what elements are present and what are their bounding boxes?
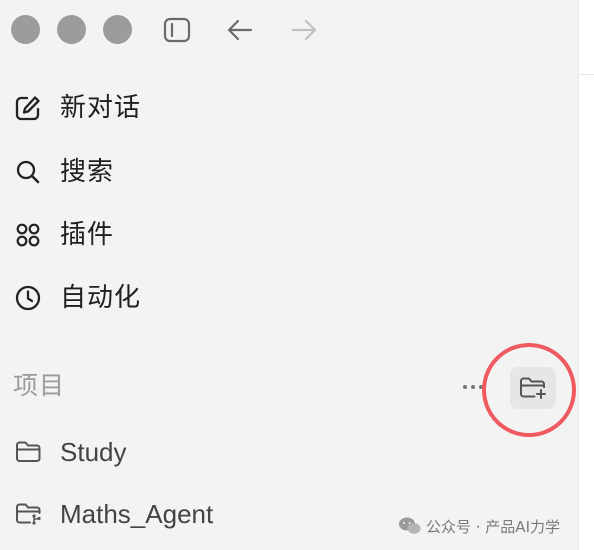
nav-item-automation[interactable]: 自动化 <box>0 276 300 320</box>
watermark: 公众号 · 产品AI力学 <box>398 513 560 539</box>
sidebar: 新对话 搜索 插件 自动化 项目 Study Maths_Agent 公众号 ·… <box>0 0 578 550</box>
nav-item-plugins[interactable]: 插件 <box>0 213 300 257</box>
edit-icon <box>14 94 42 122</box>
nav-item-search[interactable]: 搜索 <box>0 150 300 194</box>
arrow-right-icon <box>291 19 317 41</box>
watermark-text: 公众号 · 产品AI力学 <box>426 517 560 536</box>
main-pane-edge <box>578 0 594 550</box>
zoom-window-button[interactable] <box>103 15 132 44</box>
clock-icon <box>14 284 42 312</box>
close-window-button[interactable] <box>11 15 40 44</box>
nav-item-label: 自动化 <box>60 283 142 313</box>
wechat-icon <box>399 517 421 534</box>
projects-section-header: 项目 <box>13 371 66 400</box>
nav-item-label: 搜索 <box>60 157 115 187</box>
folder-branch-icon <box>14 500 42 528</box>
minimize-window-button[interactable] <box>57 15 86 44</box>
project-item-maths-agent[interactable]: Maths_Agent <box>0 492 300 536</box>
nav-item-label: 新对话 <box>60 93 142 123</box>
project-item-label: Maths_Agent <box>60 499 214 529</box>
folder-icon <box>14 438 42 466</box>
nav-item-new-chat[interactable]: 新对话 <box>0 86 300 130</box>
main-pane-body <box>578 75 594 550</box>
search-icon <box>14 158 42 186</box>
project-item-study[interactable]: Study <box>0 430 300 474</box>
sidebar-toggle-button[interactable] <box>162 15 192 45</box>
forward-button[interactable] <box>289 15 319 45</box>
project-item-label: Study <box>60 437 127 467</box>
arrow-left-icon <box>227 19 253 41</box>
back-button[interactable] <box>225 15 255 45</box>
sidebar-toggle-icon <box>163 17 191 43</box>
plugins-icon <box>14 221 42 249</box>
highlight-circle-annotation <box>482 343 576 437</box>
main-pane-header <box>578 0 594 75</box>
nav-item-label: 插件 <box>60 220 115 250</box>
